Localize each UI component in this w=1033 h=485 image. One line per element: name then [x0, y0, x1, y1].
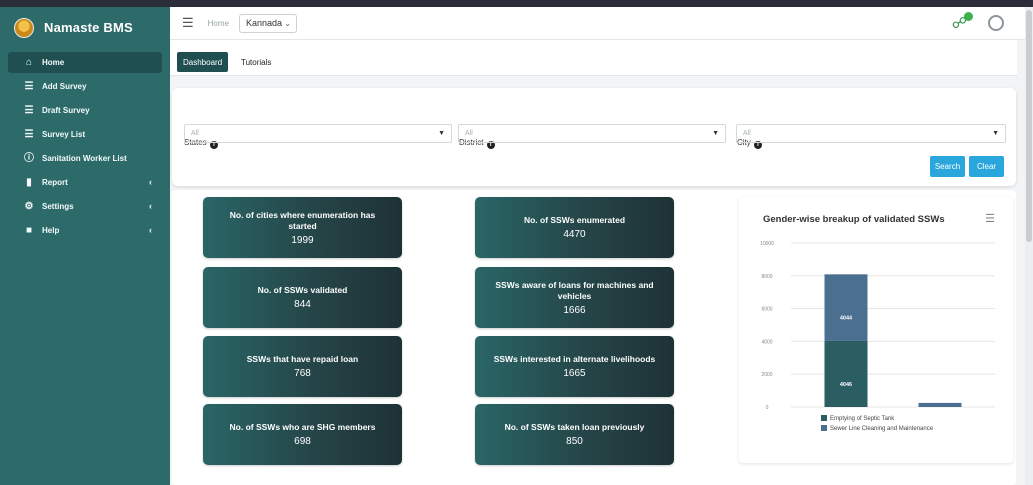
stat-value: 1999 [291, 234, 314, 246]
y-tick-label: 6000 [761, 307, 772, 313]
list-icon: ☰ [24, 104, 34, 116]
tab-bar: Dashboard Tutorials [170, 40, 1017, 76]
brand[interactable]: Namaste BMS [0, 7, 170, 48]
legend-swatch [821, 415, 827, 421]
stat-label: SSWs aware of loans for machines and veh… [495, 279, 654, 301]
chevron-down-icon: ⌄ [284, 18, 291, 28]
bar-segment [824, 274, 868, 341]
data-label: 4046 [840, 382, 852, 388]
bar-segment [918, 402, 962, 407]
chevron-left-icon: ‹ [149, 177, 152, 187]
page-scrollbar[interactable] [1025, 7, 1033, 485]
stat-card-ssws-validated: No. of SSWs validated 844 [203, 267, 402, 328]
folder-icon: ■ [25, 224, 33, 236]
gear-icon: ⚙ [24, 200, 34, 212]
sidebar-item-label: Add Survey [42, 82, 87, 91]
stat-label: SSWs interested in alternate livelihoods [493, 354, 656, 364]
sidebar-item-draft-survey[interactable]: ☰ Draft Survey [8, 100, 162, 121]
notification-badge [964, 12, 973, 21]
caret-down-icon: ▼ [992, 130, 999, 137]
sidebar-item-label: Home [42, 58, 65, 67]
sidebar-item-add-survey[interactable]: ☰ Add Survey [8, 76, 162, 97]
list-icon: ☰ [24, 128, 34, 140]
stat-value: 4470 [563, 229, 586, 240]
stat-card-cities-enumeration: No. of cities where enumeration has star… [203, 197, 402, 258]
city-select[interactable]: All ▼ [736, 124, 1006, 143]
chevron-left-icon: ‹ [149, 225, 152, 235]
stat-value: 1665 [563, 368, 586, 379]
bar-segment [824, 340, 868, 407]
clear-button[interactable]: Clear [969, 156, 1004, 177]
states-select-value: All [191, 130, 199, 137]
home-icon: ⌂ [25, 56, 33, 68]
stat-card-repaid-loan: SSWs that have repaid loan 768 [203, 336, 402, 397]
stat-card-shg-members: No. of SSWs who are SHG members 698 [203, 404, 402, 465]
y-tick-label: 2000 [761, 372, 772, 378]
legend-label: Emptying of Septic Tank [830, 416, 895, 422]
caret-down-icon: ▼ [438, 130, 445, 137]
data-label: 4044 [840, 315, 853, 321]
stat-card-loan-previously: No. of SSWs taken loan previously 850 [475, 404, 674, 465]
y-tick-label: 4000 [761, 339, 772, 345]
sidebar-item-help[interactable]: ■ Help ‹ [8, 220, 162, 241]
tab-dashboard[interactable]: Dashboard [177, 52, 229, 72]
stat-value: 844 [294, 299, 311, 310]
stat-value: 1666 [563, 304, 586, 316]
hamburger-menu-icon[interactable]: ☰ [182, 15, 194, 31]
y-tick-label: 10000 [760, 241, 774, 247]
sidebar-item-label: Sanitation Worker List [42, 154, 127, 163]
stat-value: 698 [294, 436, 311, 447]
file-icon: ▮ [26, 176, 32, 188]
legend-swatch [821, 425, 827, 431]
sidebar-item-home[interactable]: ⌂ Home [8, 52, 162, 73]
chevron-left-icon: ‹ [149, 201, 152, 211]
sidebar-item-label: Help [42, 226, 60, 235]
stat-label: No. of cities where enumeration has star… [229, 209, 376, 231]
sidebar-nav: ⌂ Home ☰ Add Survey ☰ Draft Survey ☰ Sur… [0, 48, 170, 241]
sidebar-item-label: Report [42, 178, 68, 187]
filter-panel: States i All ▼ District i All ▼ City i A… [172, 88, 1016, 186]
sidebar: Namaste BMS ⌂ Home ☰ Add Survey ☰ Draft … [0, 7, 170, 485]
chart-card: Gender-wise breakup of validated SSWs ☰ … [739, 197, 1013, 463]
legend-label: Sewer Line Cleaning and Maintenance [830, 426, 934, 432]
language-select-value: Kannada [246, 18, 283, 28]
list-icon: ☰ [24, 80, 34, 92]
language-select[interactable]: Kannada ⌄ [239, 13, 297, 33]
y-tick-label: 8000 [761, 274, 772, 280]
search-button[interactable]: Search [930, 156, 965, 177]
sidebar-item-label: Survey List [42, 130, 86, 139]
stat-card-loan-awareness: SSWs aware of loans for machines and veh… [475, 267, 674, 328]
stat-value: 850 [566, 436, 583, 447]
stat-card-ssws-enumerated: No. of SSWs enumerated 4470 [475, 197, 674, 258]
info-icon: ⓘ [24, 152, 34, 164]
stat-label: No. of SSWs enumerated [523, 215, 626, 225]
stat-value: 768 [294, 368, 311, 379]
top-strip [0, 0, 1033, 7]
sidebar-item-sanitation-worker-list[interactable]: ⓘ Sanitation Worker List [8, 148, 162, 169]
states-select[interactable]: All ▼ [184, 124, 452, 143]
district-select[interactable]: All ▼ [458, 124, 726, 143]
stat-label: No. of SSWs validated [257, 285, 348, 295]
tab-tutorials[interactable]: Tutorials [235, 52, 277, 72]
top-header: ☰ Home Kannada ⌄ ☍ [170, 7, 1025, 40]
scrollbar-thumb[interactable] [1026, 10, 1032, 242]
caret-down-icon: ▼ [712, 130, 719, 137]
user-avatar-icon[interactable] [988, 15, 1004, 31]
sidebar-item-survey-list[interactable]: ☰ Survey List [8, 124, 162, 145]
breadcrumb-home[interactable]: Home [208, 19, 229, 28]
chart-svg: 10000 8000 6000 4000 2000 0 4046 4044 Emptying o… [760, 241, 995, 432]
stat-label: No. of SSWs taken loan previously [504, 422, 645, 432]
sidebar-item-label: Draft Survey [42, 106, 90, 115]
city-select-value: All [743, 130, 751, 137]
sidebar-item-label: Settings [42, 202, 74, 211]
sidebar-item-report[interactable]: ▮ Report ‹ [8, 172, 162, 193]
stat-label: No. of SSWs who are SHG members [229, 422, 376, 432]
stat-card-alternate-livelihoods: SSWs interested in alternate livelihoods… [475, 336, 674, 397]
logo-icon [14, 17, 34, 38]
app-name: Namaste BMS [44, 20, 133, 35]
sidebar-item-settings[interactable]: ⚙ Settings ‹ [8, 196, 162, 217]
y-tick-label: 0 [766, 405, 769, 411]
district-select-value: All [465, 130, 473, 137]
stat-label: SSWs that have repaid loan [246, 354, 359, 364]
